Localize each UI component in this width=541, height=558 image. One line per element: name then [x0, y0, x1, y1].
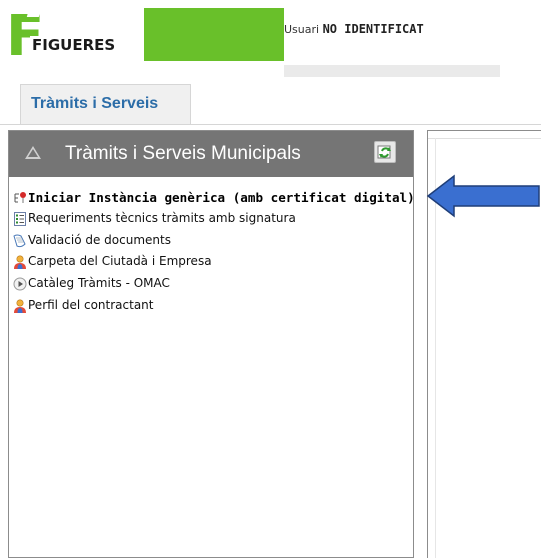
list-item-cataleg-tramits[interactable]: Catàleg Tràmits - OMAC [13, 274, 170, 292]
content-panel-inner-border [428, 138, 541, 139]
user-icon [13, 254, 27, 269]
tab-tramits-serveis[interactable]: Tràmits i Serveis [20, 84, 191, 124]
user-panel [284, 8, 500, 65]
list-item-label: Iniciar Instància genèrica (amb certific… [28, 189, 415, 205]
panel-title: Tràmits i Serveis Municipals [65, 143, 301, 164]
list-item-label: Requeriments tècnics tràmits amb signatu… [28, 211, 296, 225]
document-scroll-icon [13, 233, 27, 248]
user-icon [13, 298, 27, 313]
list-item-label: Validació de documents [28, 233, 171, 247]
panel-header: Tràmits i Serveis Municipals [9, 131, 413, 177]
collapse-triangle-icon[interactable] [25, 146, 41, 159]
list-item-requeriments-tecnics[interactable]: Requeriments tècnics tràmits amb signatu… [13, 209, 296, 227]
list-item-carpeta-ciutada[interactable]: Carpeta del Ciutadà i Empresa [13, 252, 212, 270]
list-item-perfil-contractant[interactable]: Perfil del contractant [13, 296, 153, 314]
refresh-icon[interactable] [374, 141, 396, 163]
figueres-logo[interactable]: F FIGUERES [6, 8, 284, 61]
list-item-label: Catàleg Tràmits - OMAC [28, 276, 170, 290]
list-item-validacio-documents[interactable]: Validació de documents [13, 231, 171, 249]
play-circle-icon [13, 276, 27, 291]
certificate-pin-icon [13, 190, 27, 204]
list-item-iniciar-instancia[interactable]: Iniciar Instància genèrica (amb certific… [13, 188, 415, 206]
user-label: Usuari [284, 23, 320, 36]
list-item-label: Perfil del contractant [28, 298, 154, 312]
services-panel: Tràmits i Serveis Municipals Iniciar Ins… [8, 130, 415, 558]
logo-text: FIGUERES [30, 36, 118, 54]
pointer-arrow-icon [426, 174, 540, 218]
tab-label: Tràmits i Serveis [31, 95, 159, 112]
logo-accent [26, 8, 42, 17]
user-status: Usuari NO IDENTIFICAT [284, 22, 424, 36]
list-item-label: Carpeta del Ciutadà i Empresa [28, 254, 212, 268]
tab-divider [0, 124, 541, 125]
user-value: NO IDENTIFICAT [322, 22, 424, 36]
list-document-icon [13, 211, 27, 226]
